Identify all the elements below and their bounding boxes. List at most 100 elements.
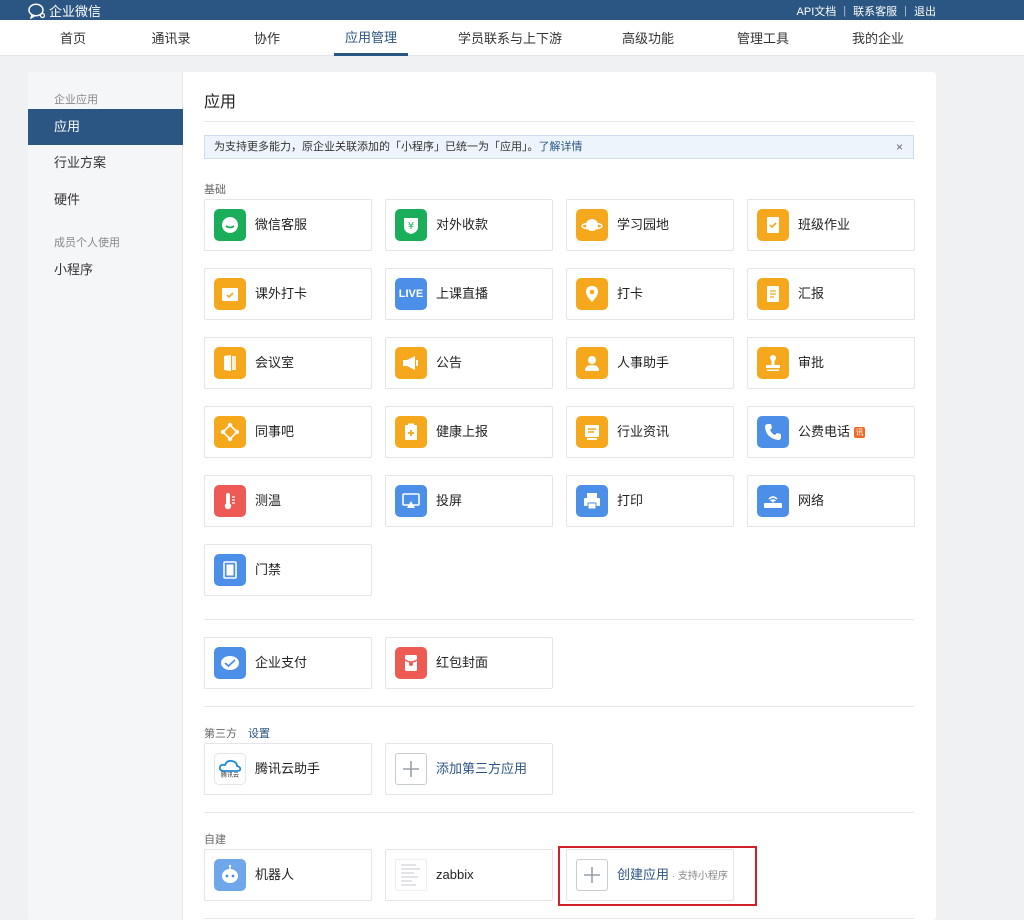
nav-app-management[interactable]: 应用管理 xyxy=(334,20,408,56)
top-links: API文档 | 联系客服 | 退出 xyxy=(797,3,936,19)
divider: | xyxy=(843,5,847,17)
app-label: 腾讯云助手 xyxy=(255,761,321,776)
nav-admin-tools[interactable]: 管理工具 xyxy=(730,20,796,56)
logout-link[interactable]: 退出 xyxy=(914,3,936,19)
logo-text: 企业微信 xyxy=(49,4,102,19)
app-card-homework[interactable]: 班级作业 xyxy=(747,199,915,251)
app-card-health-report[interactable]: 健康上报 xyxy=(385,406,553,458)
printer-icon xyxy=(576,485,608,517)
sidebar: 企业应用 应用 行业方案 硬件 成员个人使用 小程序 xyxy=(28,72,183,920)
nav-advanced[interactable]: 高级功能 xyxy=(615,20,681,56)
sidebar-item-miniprogram[interactable]: 小程序 xyxy=(28,252,183,288)
app-label: 对外收款 xyxy=(436,217,489,232)
svg-text:¥: ¥ xyxy=(408,221,414,232)
app-card-study[interactable]: 学习园地 xyxy=(566,199,734,251)
logo[interactable]: 企业微信 xyxy=(28,1,101,20)
create-app-label: 创建应用 xyxy=(617,867,670,882)
trial-badge: 讯 xyxy=(854,427,866,438)
app-label: 上课直播 xyxy=(436,286,489,301)
add-third-party-app-button[interactable]: 添加第三方应用 xyxy=(385,743,553,795)
megaphone-icon xyxy=(395,347,427,379)
app-card-zabbix[interactable]: zabbix xyxy=(385,849,553,901)
app-label: 微信客服 xyxy=(255,217,308,232)
app-card-wechat-service[interactable]: 微信客服 xyxy=(204,199,372,251)
app-card-red-packet-cover[interactable]: 红包封面 xyxy=(385,637,553,689)
health-clipboard-icon xyxy=(395,416,427,448)
stamp-icon xyxy=(757,347,789,379)
create-app-button[interactable]: 创建应用 · 支持小程序 xyxy=(566,849,734,901)
app-card-approval[interactable]: 审批 xyxy=(747,337,915,389)
app-label: 网络 xyxy=(798,493,825,508)
location-pin-icon xyxy=(576,278,608,310)
notice-learn-more-link[interactable]: 了解详情 xyxy=(539,141,583,153)
app-card-print[interactable]: 打印 xyxy=(566,475,734,527)
app-card-hr-assistant[interactable]: 人事助手 xyxy=(566,337,734,389)
app-card-checkin[interactable]: 打卡 xyxy=(566,268,734,320)
divider xyxy=(204,812,914,813)
third-party-settings-link[interactable]: 设置 xyxy=(248,725,270,741)
nav-collaboration[interactable]: 协作 xyxy=(245,20,289,56)
divider xyxy=(204,619,914,620)
app-label: 门禁 xyxy=(255,562,282,577)
app-card-enterprise-pay[interactable]: 企业支付 xyxy=(204,637,372,689)
app-label: 测温 xyxy=(255,493,282,508)
content-area: 应用 为支持更多能力，原企业关联添加的「小程序」已统一为「应用」。了解详情 × … xyxy=(183,72,936,920)
colleague-network-icon xyxy=(214,416,246,448)
notice-close-icon[interactable]: × xyxy=(896,136,903,158)
app-card-colleague[interactable]: 同事吧 xyxy=(204,406,372,458)
app-card-industry-news[interactable]: 行业资讯 xyxy=(566,406,734,458)
app-card-screen-cast[interactable]: 投屏 xyxy=(385,475,553,527)
app-card-tencent-cloud[interactable]: 腾讯云 腾讯云助手 xyxy=(204,743,372,795)
contact-service-link[interactable]: 联系客服 xyxy=(853,3,897,19)
app-card-robot[interactable]: 机器人 xyxy=(204,849,372,901)
app-label: 学习园地 xyxy=(617,217,670,232)
app-label: 打卡 xyxy=(617,286,644,301)
sidebar-item-industry[interactable]: 行业方案 xyxy=(28,145,183,181)
app-label: zabbix xyxy=(436,867,474,882)
app-card-payment[interactable]: ¥ 对外收款 xyxy=(385,199,553,251)
divider: | xyxy=(904,5,907,17)
tencent-cloud-icon: 腾讯云 xyxy=(214,753,246,785)
app-card-extracurricular-checkin[interactable]: 课外打卡 xyxy=(204,268,372,320)
app-card-access-control[interactable]: 门禁 xyxy=(204,544,372,596)
thermometer-icon xyxy=(214,485,246,517)
sidebar-group-personal: 成员个人使用 xyxy=(54,237,120,249)
section-custom-label: 自建 xyxy=(204,834,226,846)
create-app-sublabel: · 支持小程序 xyxy=(669,871,728,882)
app-card-report[interactable]: 汇报 xyxy=(747,268,915,320)
app-label-wrap: 公费电话讯 xyxy=(798,407,866,457)
section-third-party-label: 第三方 xyxy=(204,728,237,740)
wechat-service-icon xyxy=(214,209,246,241)
app-label: 公告 xyxy=(436,355,463,370)
app-card-announcement[interactable]: 公告 xyxy=(385,337,553,389)
app-card-temperature[interactable]: 测温 xyxy=(204,475,372,527)
add-third-party-app-label: 添加第三方应用 xyxy=(436,761,528,776)
app-label: 汇报 xyxy=(798,286,825,301)
live-text: LIVE xyxy=(398,288,424,300)
nav-student-contact[interactable]: 学员联系与上下游 xyxy=(455,20,565,56)
nav-my-enterprise[interactable]: 我的企业 xyxy=(845,20,911,56)
payment-icon: ¥ xyxy=(395,209,427,241)
app-label: 红包封面 xyxy=(436,655,489,670)
phone-icon xyxy=(757,416,789,448)
router-icon xyxy=(757,485,789,517)
live-icon: LIVE xyxy=(395,278,427,310)
sidebar-item-hardware[interactable]: 硬件 xyxy=(28,182,183,218)
app-label: 课外打卡 xyxy=(255,286,308,301)
nav-contacts[interactable]: 通讯录 xyxy=(145,20,197,56)
app-card-live[interactable]: LIVE 上课直播 xyxy=(385,268,553,320)
robot-icon xyxy=(214,859,246,891)
nav-home[interactable]: 首页 xyxy=(51,20,95,56)
app-label: 健康上报 xyxy=(436,424,489,439)
sidebar-item-apps[interactable]: 应用 xyxy=(28,109,183,145)
api-docs-link[interactable]: API文档 xyxy=(797,3,837,19)
door-icon xyxy=(214,554,246,586)
app-card-public-phone[interactable]: 公费电话讯 xyxy=(747,406,915,458)
divider xyxy=(204,918,914,919)
app-card-network[interactable]: 网络 xyxy=(747,475,915,527)
divider xyxy=(204,121,914,122)
top-bar: 企业微信 API文档 | 联系客服 | 退出 xyxy=(0,0,1024,20)
app-card-meeting-room[interactable]: 会议室 xyxy=(204,337,372,389)
news-icon xyxy=(576,416,608,448)
app-label: 审批 xyxy=(798,355,825,370)
